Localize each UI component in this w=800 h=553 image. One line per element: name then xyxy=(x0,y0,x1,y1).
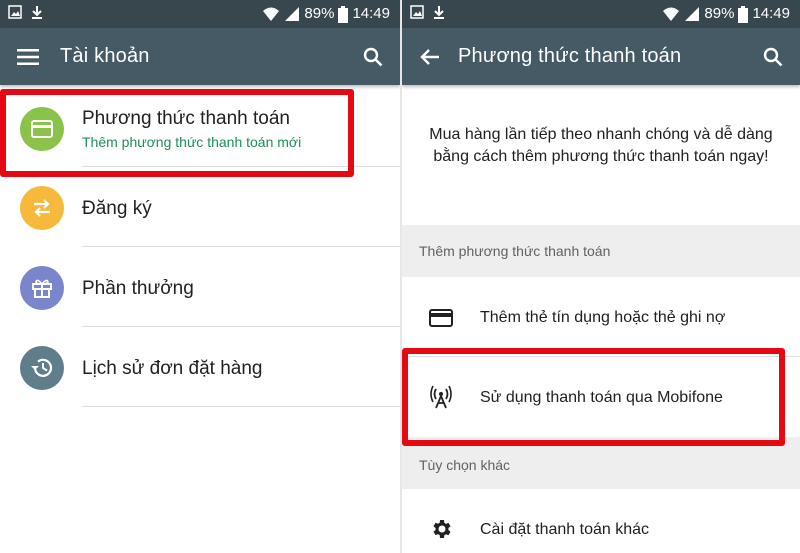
highlight-box-mobifone xyxy=(402,348,785,446)
gallery-notification-icon xyxy=(8,5,22,19)
menu-item-subscriptions[interactable]: Đăng ký xyxy=(0,168,400,247)
history-icon-circle xyxy=(20,346,64,390)
download-notification-icon xyxy=(32,6,42,19)
right-screen: 89% 14:49 Phương thức thanh toán Mua hàn… xyxy=(402,0,800,553)
gift-icon xyxy=(32,279,52,298)
clock: 14:49 xyxy=(352,5,390,22)
menu-item-label: Lịch sử đơn đặt hàng xyxy=(82,358,263,379)
status-bar: 89% 14:49 xyxy=(0,0,400,28)
search-icon xyxy=(763,47,783,67)
divider xyxy=(82,326,400,327)
gear-icon xyxy=(433,520,451,538)
menu-item-order-history[interactable]: Lịch sử đơn đặt hàng xyxy=(0,328,400,407)
option-label: Cài đặt thanh toán khác xyxy=(480,521,650,538)
battery-percent: 89% xyxy=(304,5,335,22)
swap-icon xyxy=(34,199,50,217)
download-notification-icon xyxy=(434,6,444,19)
battery-icon xyxy=(738,5,749,23)
option-label: Thêm thẻ tín dụng hoặc thẻ ghi nợ xyxy=(480,309,726,326)
back-button[interactable] xyxy=(416,44,444,70)
battery-percent: 89% xyxy=(704,5,735,22)
app-bar: Phương thức thanh toán xyxy=(402,28,800,85)
menu-button[interactable] xyxy=(14,44,42,70)
section-header-add-payment: Thêm phương thức thanh toán xyxy=(402,225,800,277)
menu-item-label: Đăng ký xyxy=(82,198,152,219)
page-title: Tài khoản xyxy=(60,45,150,67)
app-bar: Tài khoản xyxy=(0,28,400,85)
credit-card-icon xyxy=(429,309,453,327)
search-button[interactable] xyxy=(360,44,386,70)
menu-item-rewards[interactable]: Phần thưởng xyxy=(0,248,400,327)
page-title: Phương thức thanh toán xyxy=(458,45,682,67)
gallery-notification-icon xyxy=(410,5,424,19)
arrow-back-icon xyxy=(420,49,439,65)
status-bar: 89% 14:49 xyxy=(402,0,800,28)
hamburger-menu-icon xyxy=(17,49,39,65)
wifi-icon xyxy=(663,7,680,21)
battery-icon xyxy=(338,5,349,23)
wifi-icon xyxy=(263,7,280,21)
option-add-card[interactable]: Thêm thẻ tín dụng hoặc thẻ ghi nợ xyxy=(402,277,800,357)
divider xyxy=(82,406,400,407)
section-title: Tùy chọn khác xyxy=(419,457,511,473)
subscriptions-icon-circle xyxy=(20,186,64,230)
search-icon xyxy=(363,47,383,67)
search-button[interactable] xyxy=(760,44,786,70)
option-other-payment-settings[interactable]: Cài đặt thanh toán khác xyxy=(402,489,800,553)
rewards-icon-circle xyxy=(20,266,64,310)
history-icon xyxy=(31,358,53,377)
signal-icon xyxy=(285,7,300,21)
signal-icon xyxy=(685,7,700,21)
menu-item-label: Phần thưởng xyxy=(82,278,194,299)
highlight-box-payment-methods xyxy=(0,89,354,177)
divider xyxy=(82,246,400,247)
section-title: Thêm phương thức thanh toán xyxy=(419,243,611,259)
left-screen: 89% 14:49 Tài khoản Phương thức thanh to… xyxy=(0,0,400,553)
intro-text: Mua hàng lần tiếp theo nhanh chóng và dễ… xyxy=(429,126,773,165)
clock: 14:49 xyxy=(752,5,790,22)
